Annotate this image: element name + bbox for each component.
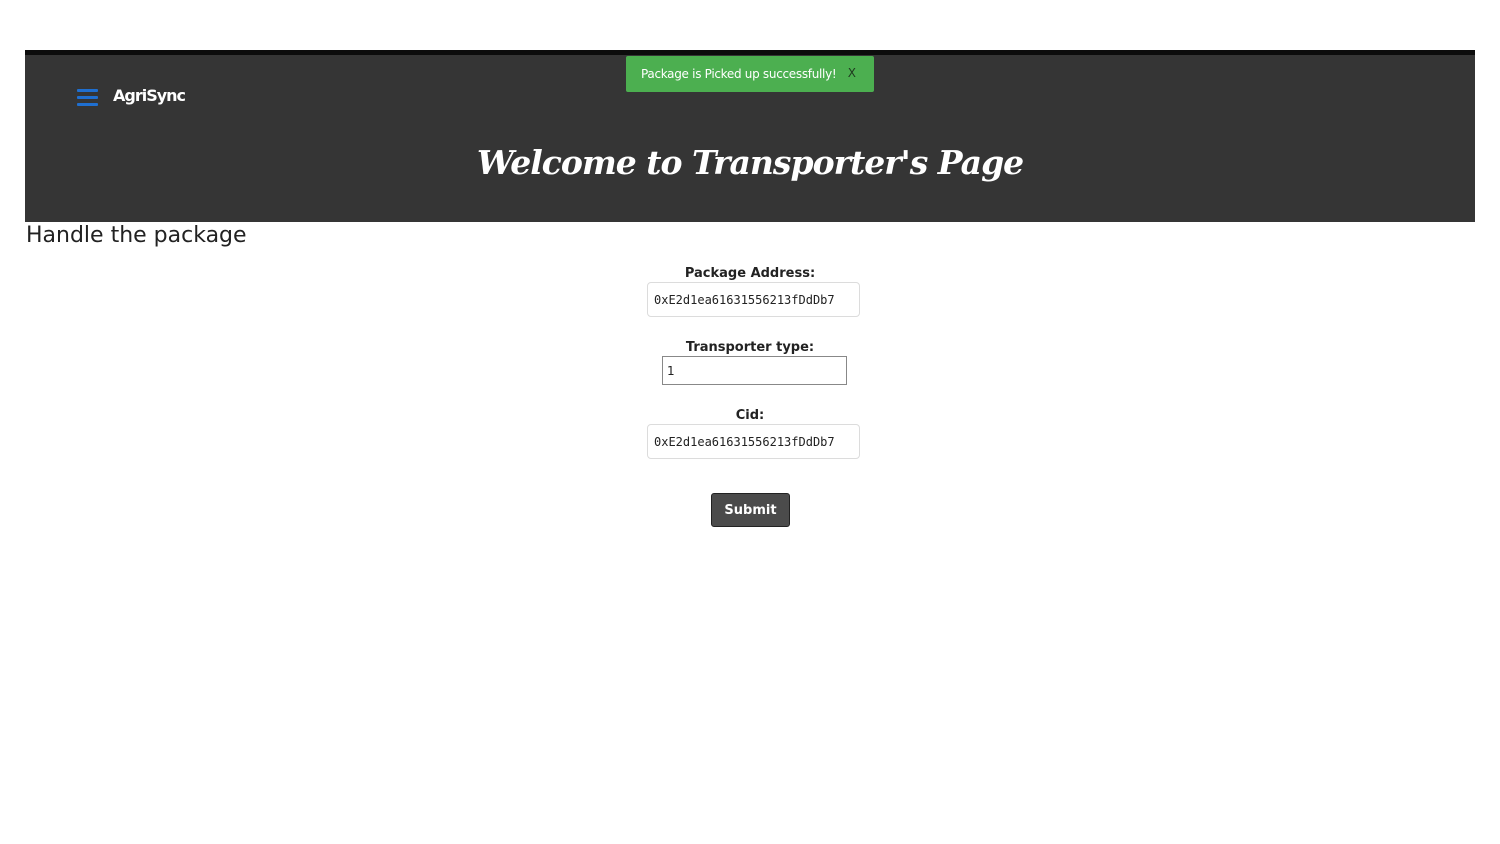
welcome-heading: Welcome to Transporter's Page (476, 143, 1024, 182)
transporter-type-label: Transporter type: (685, 340, 815, 355)
success-toast: Package is Picked up successfully! X (626, 56, 874, 92)
hamburger-menu-icon[interactable] (77, 89, 98, 106)
submit-button[interactable]: Submit (711, 493, 790, 527)
section-title: Handle the package (26, 223, 247, 248)
page: AgriSync Welcome to Transporter's Page P… (0, 0, 1500, 844)
package-address-label: Package Address: (684, 266, 816, 281)
brand-logo[interactable]: AgriSync (113, 86, 186, 105)
package-address-input[interactable] (647, 282, 860, 317)
cid-input[interactable] (647, 424, 860, 459)
toast-close-button[interactable]: X (848, 66, 856, 80)
transporter-type-input[interactable] (662, 356, 847, 385)
toast-message: Package is Picked up successfully! (641, 67, 837, 81)
cid-label: Cid: (735, 408, 765, 423)
